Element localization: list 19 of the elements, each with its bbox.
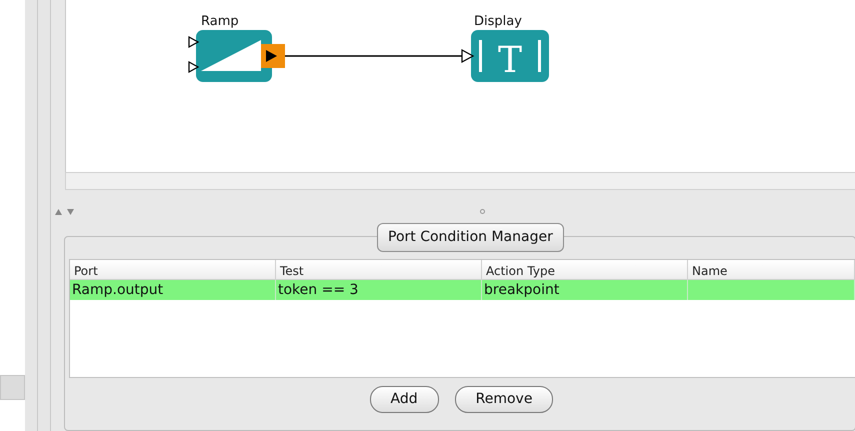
panel-title[interactable]: Port Condition Manager [377, 223, 564, 252]
column-header[interactable]: Test [276, 260, 482, 279]
column-header[interactable]: Action Type [482, 260, 688, 279]
horizontal-scrollbar[interactable] [65, 172, 855, 190]
input-port-icon[interactable] [188, 36, 200, 48]
column-header[interactable]: Port [70, 260, 276, 279]
output-port-icon[interactable] [261, 44, 285, 68]
remove-button[interactable]: Remove [454, 386, 554, 413]
add-button[interactable]: Add [370, 386, 439, 413]
table-cell: Ramp.output [72, 282, 164, 298]
grip-icon[interactable] [480, 209, 485, 214]
connection-arrow[interactable] [285, 48, 474, 64]
splitter-arrows-icon[interactable] [55, 208, 77, 216]
block-label: Display [474, 14, 522, 29]
column-header[interactable]: Name [688, 260, 855, 279]
block-label: Ramp [201, 14, 239, 29]
table-cell: breakpoint [484, 282, 560, 298]
table-cell: token == 3 [278, 282, 358, 298]
table-row[interactable]: Ramp.output token == 3 breakpoint [70, 280, 855, 300]
